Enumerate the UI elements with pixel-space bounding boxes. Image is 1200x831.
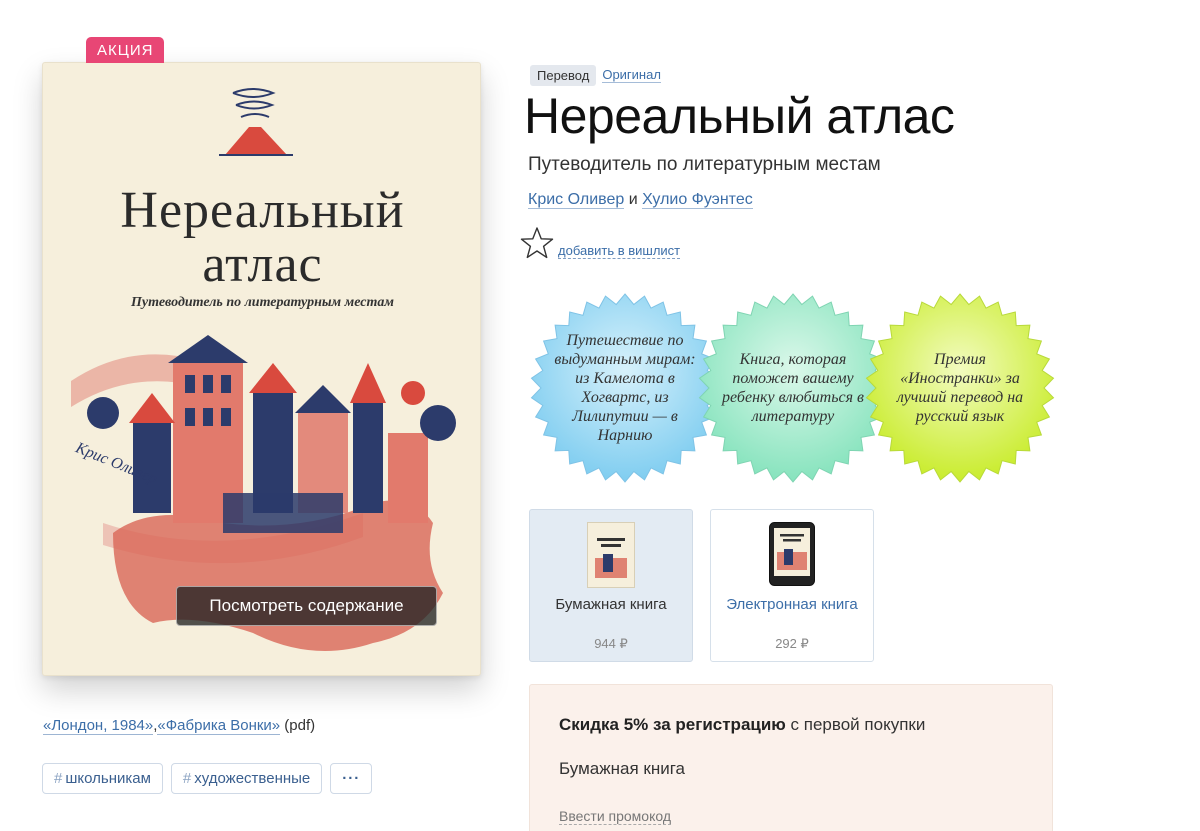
- hash-icon: #: [182, 770, 192, 787]
- view-contents-button[interactable]: Посмотреть содержание: [176, 586, 437, 626]
- tag-fiction[interactable]: # художественные: [170, 763, 323, 794]
- paper-book-thumbnail: [587, 522, 635, 588]
- more-tags-button[interactable]: ···: [330, 763, 373, 794]
- related-link-wonka[interactable]: «Фабрика Вонки»: [157, 717, 281, 735]
- format-selector: Бумажная книга 944 ₽ Электронная книга 2…: [529, 509, 874, 662]
- wishlist[interactable]: добавить в вишлист: [520, 226, 681, 260]
- enter-promo-code-link[interactable]: Ввести промокод: [559, 808, 672, 825]
- related-books: «Лондон, 1984»,«Фабрика Вонки» (pdf): [43, 717, 316, 735]
- author-link-oliver[interactable]: Крис Оливер: [528, 191, 625, 209]
- format-price: 292 ₽: [775, 636, 809, 651]
- purchase-panel: Скидка 5% за регистрацию с первой покупк…: [529, 684, 1053, 831]
- related-suffix: (pdf): [280, 717, 316, 734]
- language-switch: Перевод Оригинал: [530, 65, 661, 86]
- page-title: Нереальный атлас: [524, 88, 955, 144]
- registration-discount: Скидка 5% за регистрацию с первой покупк…: [559, 715, 925, 735]
- star-icon[interactable]: [520, 226, 554, 260]
- format-ebook[interactable]: Электронная книга 292 ₽: [710, 509, 874, 662]
- discount-rest: с первой покупки: [785, 715, 926, 734]
- cover-illustration: [71, 88, 456, 651]
- hash-icon: #: [54, 770, 63, 787]
- add-to-wishlist-link[interactable]: добавить в вишлист: [558, 243, 681, 259]
- selected-format-label: Бумажная книга: [559, 759, 685, 778]
- volcano-emblem-icon: [219, 88, 293, 156]
- format-name: Электронная книга: [726, 596, 858, 613]
- cover-title-line2: атлас: [202, 236, 323, 293]
- sale-badge: АКЦИЯ: [86, 37, 165, 63]
- discount-bold: Скидка 5% за регистрацию: [559, 715, 786, 734]
- tab-translation[interactable]: Перевод: [530, 65, 597, 86]
- book-cover[interactable]: Нереальный атлас Путеводитель по литерат…: [42, 62, 481, 676]
- tab-original[interactable]: Оригинал: [602, 68, 661, 83]
- authors: Крис Оливер и Хулио Фуэнтес: [528, 191, 753, 209]
- format-name: Бумажная книга: [555, 596, 667, 613]
- author-link-fuentes[interactable]: Хулио Фуэнтес: [642, 191, 753, 209]
- cover-title-line1: Нереальный: [120, 182, 405, 239]
- sticker-text: Премия «Иностранки» за лучший перевод на…: [896, 351, 1024, 425]
- related-link-london[interactable]: «Лондон, 1984»: [43, 717, 154, 735]
- sticker-award: Премия «Иностранки» за лучший перевод на…: [860, 288, 1060, 488]
- sticker-text: Путешествие по выдуманным мирам: из Каме…: [554, 332, 696, 444]
- tag-label: школьникам: [65, 770, 151, 787]
- book-subtitle: Путеводитель по литературным местам: [528, 154, 881, 175]
- tag-list: # школьникам # художественные ···: [42, 763, 373, 794]
- authors-conjunction: и: [624, 191, 643, 208]
- format-paper-book[interactable]: Бумажная книга 944 ₽: [529, 509, 693, 662]
- format-price: 944 ₽: [594, 636, 628, 651]
- tag-schoolchildren[interactable]: # школьникам: [42, 763, 163, 794]
- tag-label: художественные: [194, 770, 311, 787]
- cover-subtitle: Путеводитель по литературным местам: [131, 295, 394, 310]
- ebook-thumbnail: [769, 522, 815, 586]
- sticker-text: Книга, которая поможет вашему ребенку вл…: [722, 351, 864, 425]
